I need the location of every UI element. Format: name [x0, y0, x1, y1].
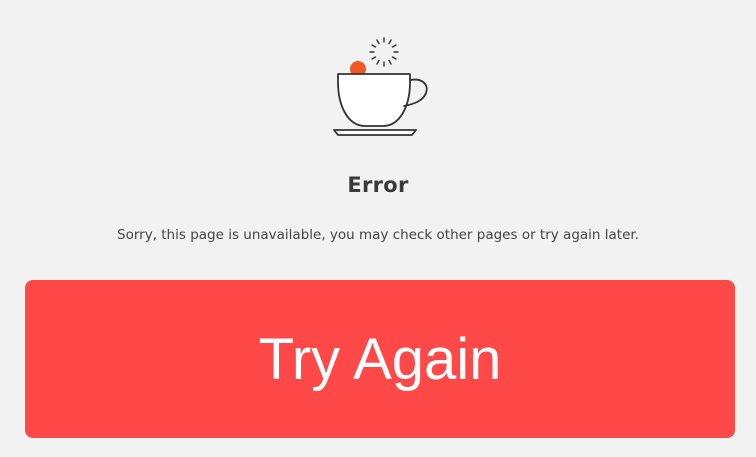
error-title: Error [347, 173, 409, 197]
loading-spinner-icon [369, 37, 399, 67]
error-message: Sorry, this page is unavailable, you may… [117, 227, 639, 243]
try-again-button[interactable]: Try Again [25, 280, 735, 438]
coffee-cup-icon [330, 34, 430, 140]
